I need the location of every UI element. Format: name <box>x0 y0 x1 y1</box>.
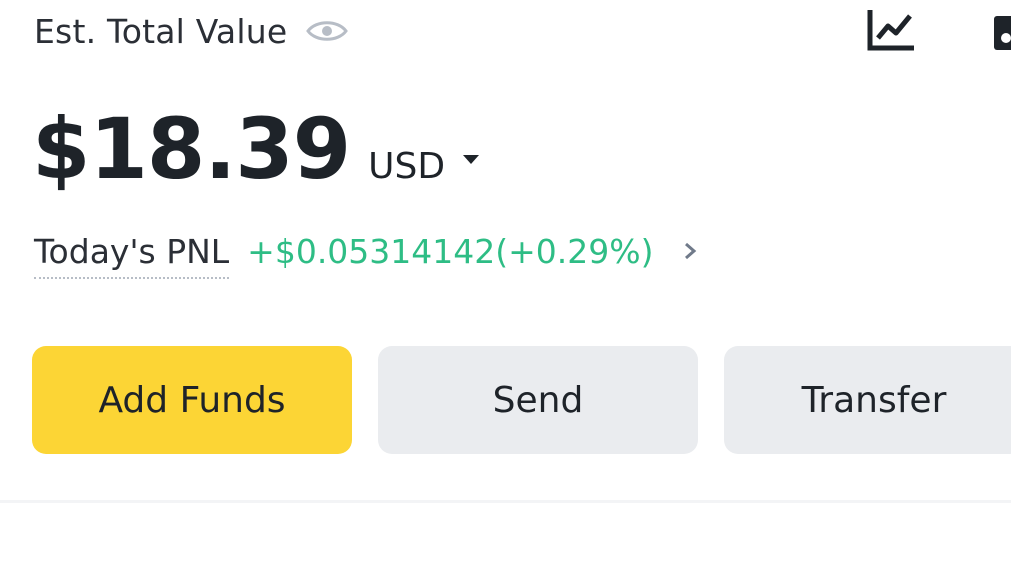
total-value-header: Est. Total Value <box>34 8 349 54</box>
partial-icon[interactable] <box>990 10 1011 52</box>
pnl-row[interactable]: Today's PNL +$0.05314142(+0.29%) <box>34 230 698 280</box>
transfer-button[interactable]: Transfer <box>724 346 1011 454</box>
pnl-value: +$0.05314142(+0.29%) <box>247 231 654 271</box>
line-chart-icon[interactable] <box>866 6 918 52</box>
send-button[interactable]: Send <box>378 346 698 454</box>
pnl-label[interactable]: Today's PNL <box>34 232 230 279</box>
total-value-label: Est. Total Value <box>34 11 288 51</box>
balance-amount: $18.39 <box>32 100 351 198</box>
eye-icon[interactable] <box>305 18 349 44</box>
caret-down-icon[interactable] <box>463 155 480 164</box>
section-divider <box>0 500 1011 503</box>
balance-display: $18.39 USD <box>32 100 480 198</box>
chevron-right-icon[interactable] <box>682 239 698 263</box>
add-funds-button[interactable]: Add Funds <box>32 346 352 454</box>
currency-selector[interactable]: USD <box>368 146 445 187</box>
